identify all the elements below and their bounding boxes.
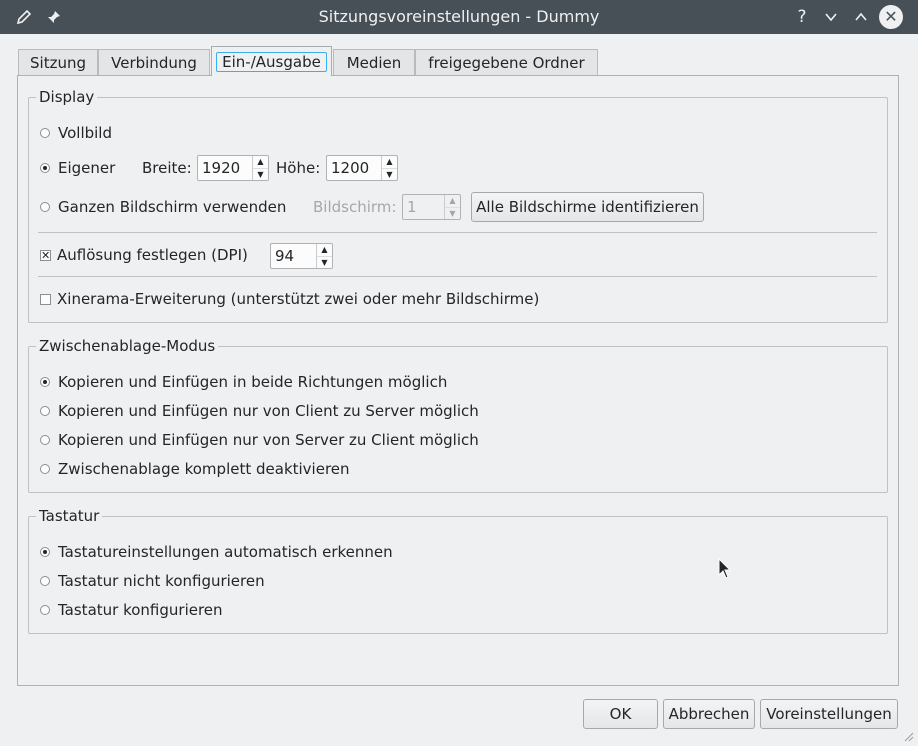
clipboard-server-client-radio[interactable] <box>40 435 50 445</box>
cancel-button[interactable]: Abbrechen <box>663 699 755 729</box>
spin-up-icon[interactable]: ▲ <box>317 244 332 256</box>
width-spinbox[interactable]: 1920 ▲ ▼ <box>197 155 269 181</box>
keyboard-configure-radio[interactable] <box>40 605 50 615</box>
height-spinbox[interactable]: 1200 ▲ ▼ <box>326 155 398 181</box>
width-value: 1920 <box>202 159 241 177</box>
screen-spinbox: 1 ▲ ▼ <box>402 194 461 220</box>
custom-size-label[interactable]: Eigener <box>58 158 115 178</box>
screen-label: Bildschirm: <box>313 198 397 216</box>
keyboard-option-label[interactable]: Tastatur konfigurieren <box>58 600 223 620</box>
width-label: Breite: <box>142 159 192 177</box>
spin-down-icon[interactable]: ▼ <box>253 168 268 181</box>
screen-value: 1 <box>407 198 417 216</box>
spin-down-icon[interactable]: ▼ <box>382 168 397 181</box>
clipboard-option-label[interactable]: Kopieren und Einfügen nur von Server zu … <box>58 430 479 450</box>
keyboard-none-radio[interactable] <box>40 576 50 586</box>
clipboard-disable-radio[interactable] <box>40 464 50 474</box>
xinerama-checkbox[interactable] <box>40 294 51 305</box>
pin-icon[interactable] <box>42 0 66 34</box>
spin-up-icon[interactable]: ▲ <box>253 156 268 168</box>
xinerama-label[interactable]: Xinerama-Erweiterung (unterstützt zwei o… <box>57 289 539 309</box>
clipboard-option-label[interactable]: Kopieren und Einfügen nur von Client zu … <box>58 401 479 421</box>
help-icon[interactable]: ? <box>790 0 814 34</box>
dpi-checkbox[interactable]: ✕ <box>40 250 51 261</box>
separator <box>38 276 877 277</box>
close-icon[interactable]: ✕ <box>879 5 903 29</box>
keyboard-option-label[interactable]: Tastatureinstellungen automatisch erkenn… <box>58 542 393 562</box>
clipboard-option-label[interactable]: Kopieren und Einfügen in beide Richtunge… <box>58 372 447 392</box>
spin-up-icon[interactable]: ▲ <box>382 156 397 168</box>
clipboard-group-title: Zwischenablage-Modus <box>36 336 219 356</box>
fullscreen-label[interactable]: Vollbild <box>58 123 112 143</box>
ok-button[interactable]: OK <box>583 699 658 729</box>
whole-screen-label[interactable]: Ganzen Bildschirm verwenden <box>58 197 286 217</box>
display-group-title: Display <box>36 87 98 107</box>
height-label: Höhe: <box>276 159 321 177</box>
tab-freigegebene-ordner[interactable]: freigegebene Ordner <box>415 49 598 75</box>
chevron-down-icon[interactable] <box>819 0 843 34</box>
window-title: Sitzungsvoreinstellungen - Dummy <box>318 7 600 26</box>
keyboard-option-label[interactable]: Tastatur nicht konfigurieren <box>58 571 265 591</box>
tab-verbindung[interactable]: Verbindung <box>98 49 210 75</box>
fullscreen-radio[interactable] <box>40 128 50 138</box>
dpi-spinbox[interactable]: 94 ▲ ▼ <box>270 243 333 269</box>
title-bar: Sitzungsvoreinstellungen - Dummy ? ✕ <box>0 0 918 34</box>
spin-up-icon: ▲ <box>449 196 456 205</box>
height-value: 1200 <box>331 159 370 177</box>
pencil-icon[interactable] <box>12 0 36 34</box>
tab-sitzung[interactable]: Sitzung <box>18 49 98 75</box>
spin-down-icon: ▼ <box>445 207 460 220</box>
defaults-button[interactable]: Voreinstellungen <box>760 699 898 729</box>
clipboard-option-label[interactable]: Zwischenablage komplett deaktivieren <box>58 459 350 479</box>
dpi-value: 94 <box>275 247 295 265</box>
whole-screen-radio[interactable] <box>40 202 50 212</box>
mouse-cursor-icon <box>718 557 732 584</box>
dpi-label[interactable]: Auflösung festlegen (DPI) <box>57 245 248 265</box>
custom-size-radio[interactable] <box>40 163 50 173</box>
resize-grip-icon[interactable] <box>900 728 914 746</box>
clipboard-client-server-radio[interactable] <box>40 406 50 416</box>
separator <box>38 232 877 233</box>
tab-medien[interactable]: Medien <box>333 49 415 75</box>
identify-screens-button[interactable]: Alle Bildschirme identifizieren <box>471 192 704 222</box>
clipboard-both-radio[interactable] <box>40 377 50 387</box>
tab-ein-ausgabe[interactable]: Ein-/Ausgabe <box>211 46 332 76</box>
chevron-up-icon[interactable] <box>849 0 873 34</box>
keyboard-group-title: Tastatur <box>36 506 103 526</box>
spin-down-icon[interactable]: ▼ <box>317 256 332 269</box>
keyboard-auto-radio[interactable] <box>40 547 50 557</box>
